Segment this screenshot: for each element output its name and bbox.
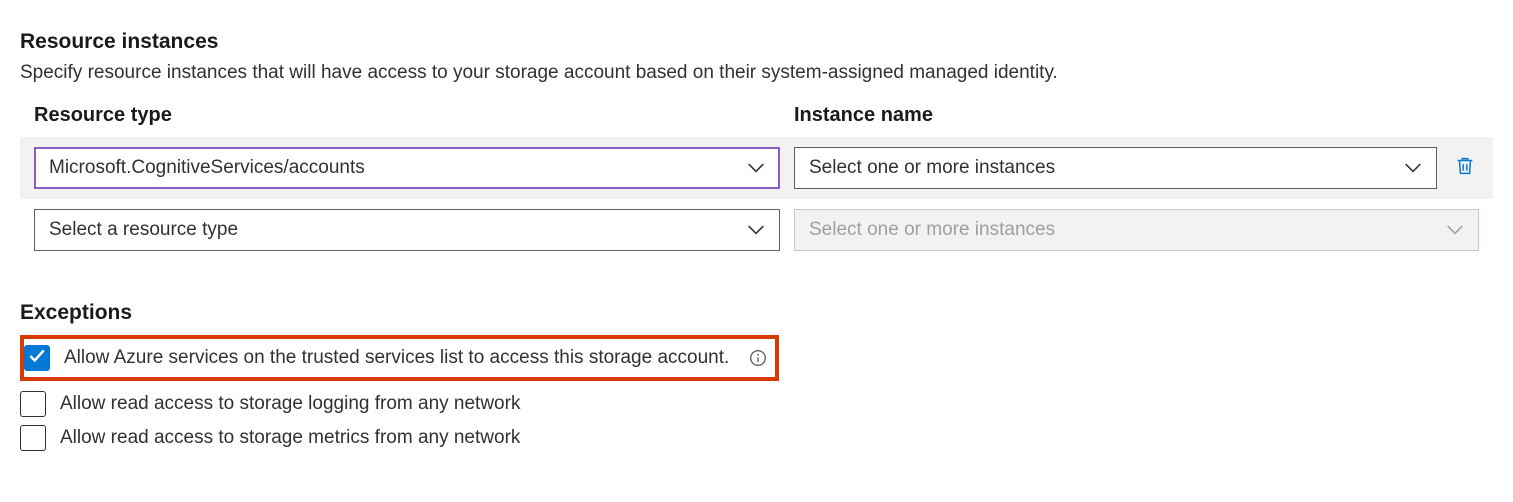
checkbox-label: Allow read access to storage metrics fro… (60, 427, 520, 449)
dropdown-value: Microsoft.CognitiveServices/accounts (49, 157, 365, 179)
resource-instances-description: Specify resource instances that will hav… (20, 62, 1493, 84)
dropdown-placeholder: Select one or more instances (809, 219, 1055, 241)
checkbox-storage-logging[interactable] (20, 391, 46, 417)
resource-row: Microsoft.CognitiveServices/accounts Sel… (20, 137, 1493, 199)
chevron-down-icon (1404, 159, 1422, 177)
checkbox-trusted-services[interactable] (24, 345, 50, 371)
exceptions-title: Exceptions (20, 301, 1493, 325)
instance-name-dropdown[interactable]: Select one or more instances (794, 147, 1437, 189)
exception-row-trusted-services: Allow Azure services on the trusted serv… (20, 335, 779, 381)
checkbox-storage-metrics[interactable] (20, 425, 46, 451)
column-header-resource-type: Resource type (34, 104, 794, 127)
columns-header: Resource type Instance name (34, 104, 1493, 127)
resource-type-dropdown[interactable]: Microsoft.CognitiveServices/accounts (34, 147, 780, 189)
checkbox-label: Allow read access to storage logging fro… (60, 393, 520, 415)
resource-instances-title: Resource instances (20, 30, 1493, 54)
exception-row-storage-logging: Allow read access to storage logging fro… (20, 387, 1493, 421)
dropdown-placeholder: Select a resource type (49, 219, 238, 241)
chevron-down-icon (1446, 221, 1464, 239)
checkbox-label: Allow Azure services on the trusted serv… (64, 347, 729, 369)
chevron-down-icon (747, 221, 765, 239)
delete-row-button[interactable] (1451, 154, 1479, 182)
exception-row-storage-metrics: Allow read access to storage metrics fro… (20, 421, 1493, 455)
instance-name-dropdown: Select one or more instances (794, 209, 1479, 251)
chevron-down-icon (747, 159, 765, 177)
resource-row: Select a resource type Select one or mor… (20, 199, 1493, 261)
trash-icon (1454, 155, 1476, 182)
dropdown-placeholder: Select one or more instances (809, 157, 1055, 179)
check-icon (28, 347, 46, 370)
resource-type-dropdown[interactable]: Select a resource type (34, 209, 780, 251)
info-icon[interactable] (749, 349, 767, 367)
column-header-instance-name: Instance name (794, 104, 1493, 127)
